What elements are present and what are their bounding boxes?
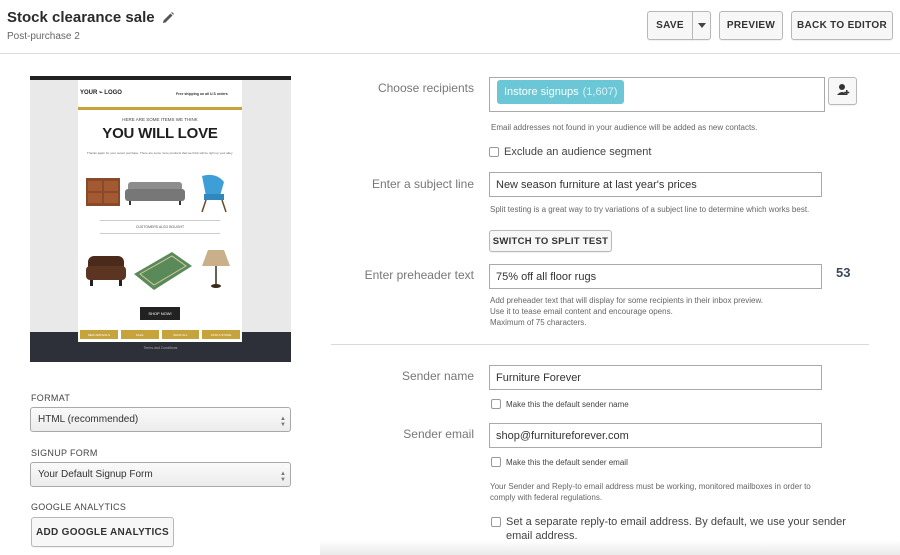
default-sender-name-checkbox[interactable]: Make this the default sender name	[491, 399, 629, 409]
signup-form-label: SIGNUP FORM	[31, 448, 98, 458]
preview-shop-now-button: SHOP NOW!	[140, 307, 180, 320]
preheader-label: Enter preheader text	[364, 268, 474, 282]
google-analytics-label: GOOGLE ANALYTICS	[31, 502, 127, 512]
subject-input[interactable]: New season furniture at last year's pric…	[489, 172, 822, 197]
preview-nav-item: SHOP ALL	[161, 330, 200, 339]
pencil-icon[interactable]	[161, 11, 175, 25]
caret-down-icon	[697, 20, 706, 31]
subject-value: New season furniture at last year's pric…	[496, 178, 697, 191]
preheader-help-line: Add preheader text that will display for…	[490, 296, 764, 305]
preview-nav-item: NEW ARRIVALS	[80, 330, 118, 339]
preview-email-body: YOUR ⌁ LOGO Free shipping on all U.S ord…	[78, 80, 242, 342]
leather-chair-image	[86, 256, 126, 286]
preheader-input[interactable]: 75% off all floor rugs	[489, 264, 822, 289]
add-recipients-button[interactable]	[828, 77, 857, 105]
recipient-tag[interactable]: Instore signups (1,607)	[497, 80, 625, 104]
preview-nav-row: NEW ARRIVALS SALE SHOP ALL FIND A STORE	[78, 330, 242, 339]
campaign-title-text: Stock clearance sale	[7, 9, 155, 26]
checkbox-icon[interactable]	[491, 517, 501, 527]
sender-email-input[interactable]: shop@furnitureforever.com	[489, 423, 822, 448]
section-divider	[331, 344, 869, 345]
recipients-label: Choose recipients	[377, 81, 474, 95]
campaign-title[interactable]: Stock clearance sale	[7, 9, 175, 26]
preview-also-bought: CUSTOMERS ALSO BOUGHT	[135, 225, 185, 229]
format-select[interactable]: HTML (recommended) ▲ ▼	[30, 407, 291, 432]
email-preview[interactable]: YOUR ⌁ LOGO Free shipping on all U.S ord…	[30, 76, 291, 362]
default-sender-email-label: Make this the default sender email	[506, 457, 628, 467]
preheader-help-line: Use it to tease email content and encour…	[490, 307, 673, 316]
save-options-button[interactable]	[692, 11, 711, 40]
sender-email-label: Sender email	[403, 427, 474, 441]
subject-label: Enter a subject line	[371, 177, 474, 191]
preview-terms: Terms and Conditions	[143, 346, 178, 350]
header-divider	[0, 53, 900, 54]
recipients-help: Email addresses not found in your audien…	[491, 123, 758, 132]
exclude-segment-label: Exclude an audience segment	[504, 146, 652, 158]
preheader-help-line: Maximum of 75 characters.	[490, 318, 587, 327]
preview-nav-item: SALE	[120, 330, 159, 339]
campaign-subtitle: Post-purchase 2	[7, 31, 80, 42]
add-google-analytics-button[interactable]: ADD GOOGLE ANALYTICS	[31, 517, 174, 547]
sender-email-value: shop@furnitureforever.com	[496, 429, 629, 442]
rug-image	[134, 252, 192, 290]
sofa-image	[125, 182, 185, 205]
preview-products-row-2	[86, 250, 230, 290]
select-arrows-icon: ▲ ▼	[280, 471, 286, 483]
preview-logo: YOUR ⌁ LOGO	[80, 90, 122, 96]
format-label: FORMAT	[31, 393, 71, 403]
recipient-tag-count: (1,607)	[582, 86, 618, 98]
default-sender-email-checkbox[interactable]: Make this the default sender email	[491, 457, 628, 467]
dresser-image	[86, 178, 120, 206]
back-to-editor-button[interactable]: BACK TO EDITOR	[791, 11, 893, 40]
lamp-image	[202, 250, 230, 288]
armchair-image	[201, 174, 227, 213]
save-button[interactable]: SAVE	[647, 11, 693, 40]
person-add-icon	[836, 83, 850, 100]
bottom-fade	[320, 540, 900, 555]
signup-form-select[interactable]: Your Default Signup Form ▲ ▼	[30, 462, 291, 487]
sender-policy-text: Your Sender and Reply-to email address m…	[490, 482, 811, 502]
separate-reply-to-checkbox[interactable]: Set a separate reply-to email address. B…	[491, 515, 861, 543]
preview-headline: YOU WILL LOVE	[102, 125, 218, 142]
checkbox-icon[interactable]	[491, 457, 501, 467]
preview-nav-item: FIND A STORE	[202, 330, 240, 339]
preview-shipping-text: Free shipping on all U.S orders	[176, 92, 228, 96]
sender-name-label: Sender name	[401, 369, 474, 383]
preheader-value: 75% off all floor rugs	[496, 270, 597, 283]
default-sender-name-label: Make this the default sender name	[506, 399, 629, 409]
signup-form-select-value: Your Default Signup Form	[38, 469, 153, 480]
sender-name-input[interactable]: Furniture Forever	[489, 365, 822, 390]
separate-reply-to-label: Set a separate reply-to email address. B…	[506, 516, 846, 542]
preview-gold-line	[78, 107, 242, 110]
preheader-char-count: 53	[836, 265, 851, 280]
preview-products-row-1	[86, 174, 227, 213]
recipient-tag-name: Instore signups	[504, 86, 579, 98]
preview-button[interactable]: PREVIEW	[719, 11, 783, 40]
checkbox-icon[interactable]	[489, 147, 499, 157]
checkbox-icon[interactable]	[491, 399, 501, 409]
sender-name-value: Furniture Forever	[496, 371, 581, 384]
subject-help: Split testing is a great way to try vari…	[490, 205, 810, 214]
preview-thanks-text: Thanks again for your recent purchase. T…	[86, 151, 234, 155]
format-select-value: HTML (recommended)	[38, 414, 139, 425]
exclude-segment-checkbox[interactable]: Exclude an audience segment	[489, 146, 651, 158]
preview-separator	[100, 233, 220, 234]
preview-intro-text: HERE ARE SOME ITEMS WE THINK	[122, 117, 198, 122]
preview-separator	[100, 220, 220, 221]
switch-to-split-test-button[interactable]: SWITCH TO SPLIT TEST	[489, 230, 612, 252]
